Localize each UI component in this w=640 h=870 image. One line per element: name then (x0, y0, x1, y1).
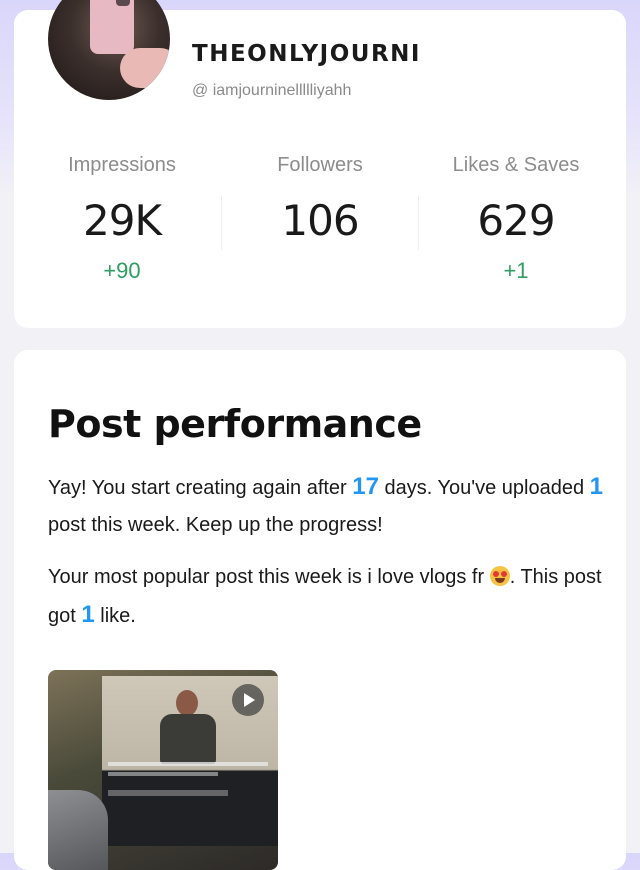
likes-count: 1 (81, 601, 95, 628)
stat-value: 29K (83, 196, 162, 245)
stat-label: Impressions (68, 154, 176, 176)
stat-likes-saves[interactable]: Likes & Saves 629 +1 (418, 150, 614, 286)
heart-eyes-emoji-icon (489, 566, 510, 586)
posts-count: 1 (589, 473, 604, 500)
post-performance-card: Post performance Yay! You start creating… (14, 350, 626, 870)
profile-username: THEONLYJOURNI (192, 41, 421, 67)
profile-card: THEONLYJOURNI @ iamjourninellllliyahh Im… (14, 0, 626, 328)
stat-value: 629 (477, 196, 555, 245)
popular-post-summary: Your most popular post this week is i lo… (48, 566, 602, 628)
days-count: 17 (352, 473, 379, 500)
stat-delta: +90 (103, 258, 141, 283)
avatar[interactable] (48, 0, 170, 100)
profile-handle: @ iamjourninellllliyahh (192, 82, 352, 99)
stats-row: Impressions 29K +90 Followers 106 Likes … (14, 150, 626, 300)
stat-followers[interactable]: Followers 106 (222, 150, 418, 286)
stat-delta (222, 256, 418, 286)
stat-impressions[interactable]: Impressions 29K +90 (24, 150, 220, 286)
popular-post-thumbnail[interactable] (48, 670, 278, 870)
section-title: Post performance (48, 402, 422, 446)
performance-summary: Yay! You start creating again after 17 d… (48, 473, 604, 536)
avatar-phone (90, 0, 134, 54)
stat-delta: +1 (503, 258, 529, 283)
stat-value: 106 (281, 196, 359, 245)
stat-label: Likes & Saves (452, 154, 580, 176)
play-icon[interactable] (232, 684, 264, 716)
stat-label: Followers (277, 154, 363, 176)
